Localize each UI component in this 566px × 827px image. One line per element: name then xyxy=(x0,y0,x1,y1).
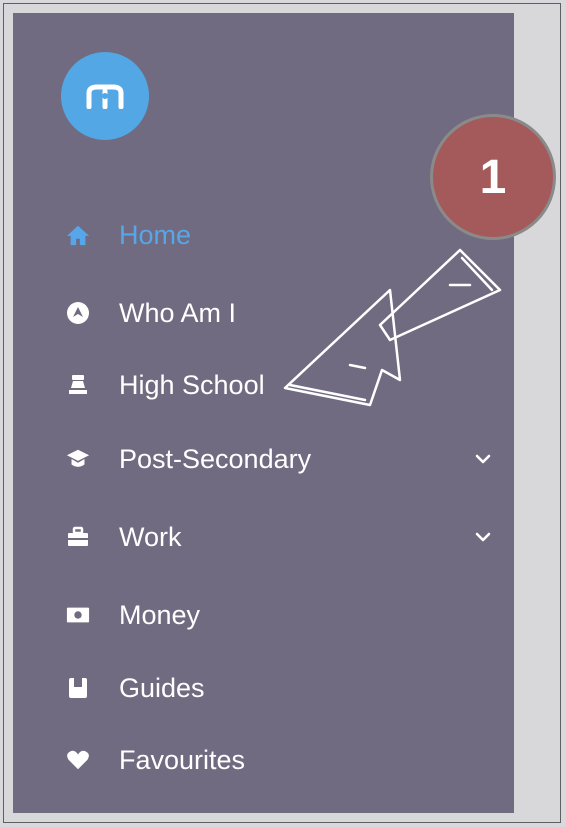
sidebar-item-label: Work xyxy=(119,521,182,552)
money-icon xyxy=(66,603,90,627)
sidebar-item-guides[interactable]: Guides xyxy=(13,663,514,713)
step-number: 1 xyxy=(479,150,507,204)
school-icon xyxy=(66,373,90,397)
compass-icon xyxy=(66,301,90,325)
graduation-cap-icon xyxy=(66,447,90,471)
sidebar-item-label: Money xyxy=(119,599,201,630)
step-number-badge: 1 xyxy=(430,114,556,240)
book-icon xyxy=(66,676,90,700)
sidebar-item-post-secondary[interactable]: Post-Secondary xyxy=(13,434,514,484)
sidebar-item-label: High School xyxy=(119,369,265,400)
sidebar-item-favourites[interactable]: Favourites xyxy=(13,735,514,785)
sidebar-item-money[interactable]: Money xyxy=(13,590,514,640)
sidebar-item-label: Guides xyxy=(119,672,205,703)
chevron-down-icon[interactable] xyxy=(473,452,493,466)
chevron-down-icon[interactable] xyxy=(473,530,493,544)
sidebar-item-label: Post-Secondary xyxy=(119,443,312,474)
sidebar-item-label: Who Am I xyxy=(119,297,237,328)
home-icon xyxy=(66,223,90,247)
heart-icon xyxy=(66,748,90,772)
sidebar-item-label: Favourites xyxy=(119,744,246,775)
sidebar-item-work[interactable]: Work xyxy=(13,512,514,562)
callout-arrow-icon xyxy=(283,248,502,407)
briefcase-icon xyxy=(66,525,90,549)
sidebar-item-label: Home xyxy=(119,219,192,250)
